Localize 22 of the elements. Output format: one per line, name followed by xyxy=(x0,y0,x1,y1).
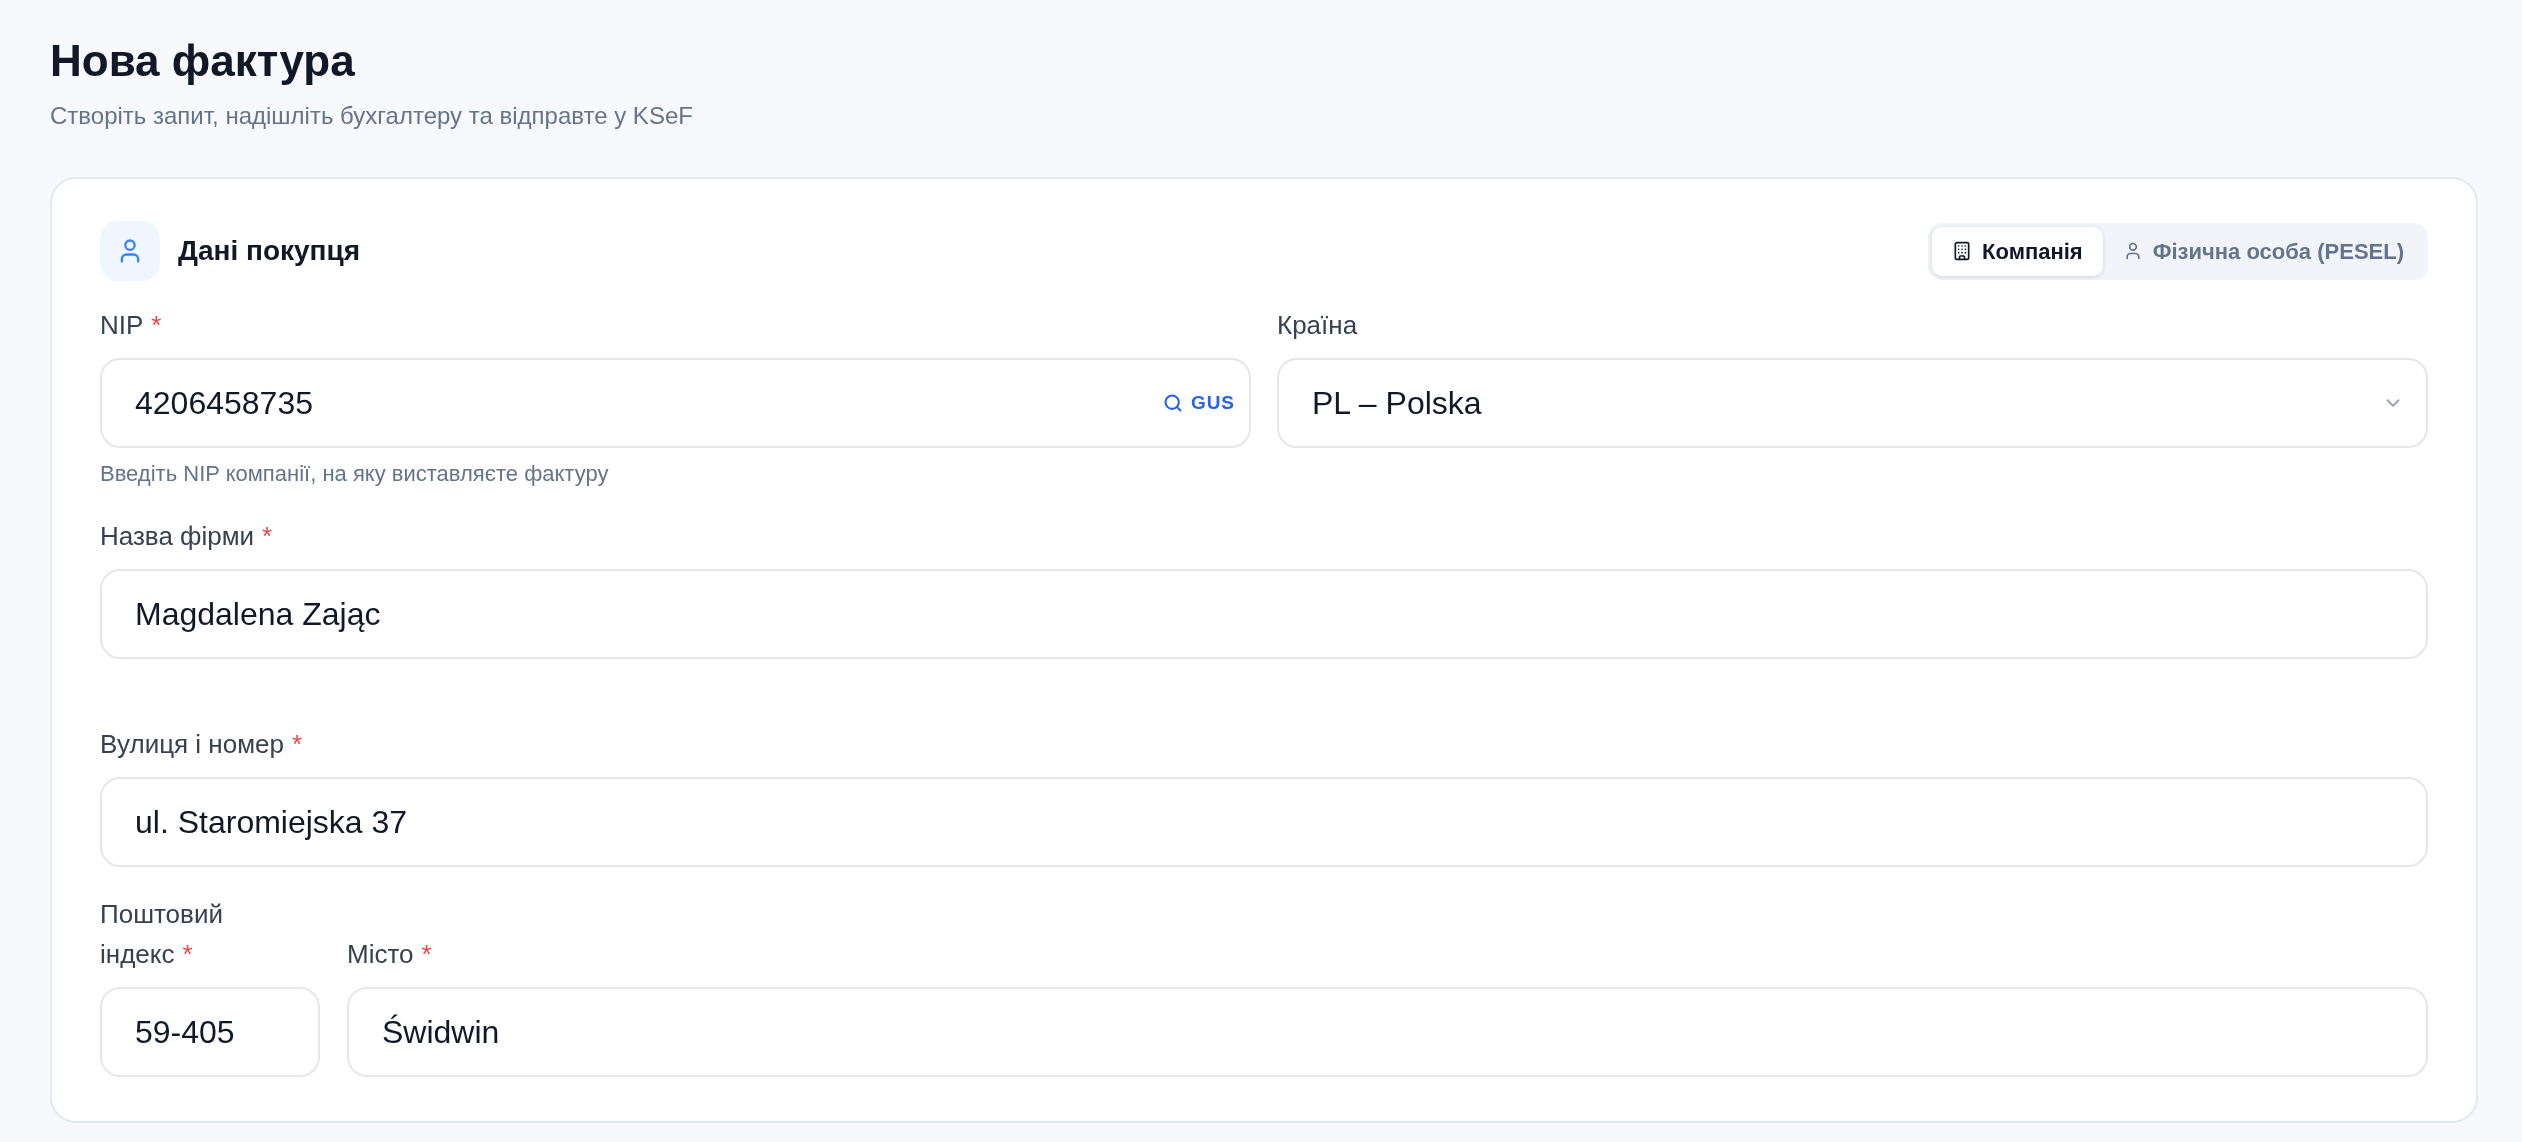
buyer-type-tab[interactable]: Компанія xyxy=(1932,226,2103,276)
gus-lookup-button[interactable]: GUS xyxy=(1160,388,1237,418)
field-label: Країна xyxy=(1277,309,1358,342)
select-field[interactable]: PL – Polska xyxy=(1277,358,2428,448)
field-label: NIP * xyxy=(100,309,162,342)
field-label: Назва фірми * xyxy=(100,520,273,553)
input-field[interactable]: Świdwin xyxy=(347,987,2428,1077)
field-label: Вулиця і номер * xyxy=(100,728,303,761)
field-label: Поштовий індекс * xyxy=(100,898,224,971)
input-field[interactable]: 4206458735 GUS xyxy=(100,358,1251,448)
building-icon xyxy=(1952,241,1973,261)
page-subtitle: Створіть запит, надішліть бухгалтеру та відправте у KSeF xyxy=(50,101,693,131)
section-title: Дані покупця xyxy=(178,234,361,268)
buyer-type-tab[interactable]: Фізична особа (PESEL) xyxy=(2102,226,2424,276)
input-field[interactable]: 59-405 xyxy=(100,987,320,1077)
field-hint: Введіть NIP компанії, на яку виставляєте фактуру xyxy=(100,460,609,488)
input-field[interactable]: Magdalena Zając xyxy=(100,569,2428,659)
search-icon xyxy=(1162,393,1183,413)
page-title: Нова фактура xyxy=(50,35,355,87)
input-field[interactable]: ul. Staromiejska 37 xyxy=(100,777,2428,867)
user-icon xyxy=(100,221,160,281)
field-label: Місто * xyxy=(347,938,432,971)
